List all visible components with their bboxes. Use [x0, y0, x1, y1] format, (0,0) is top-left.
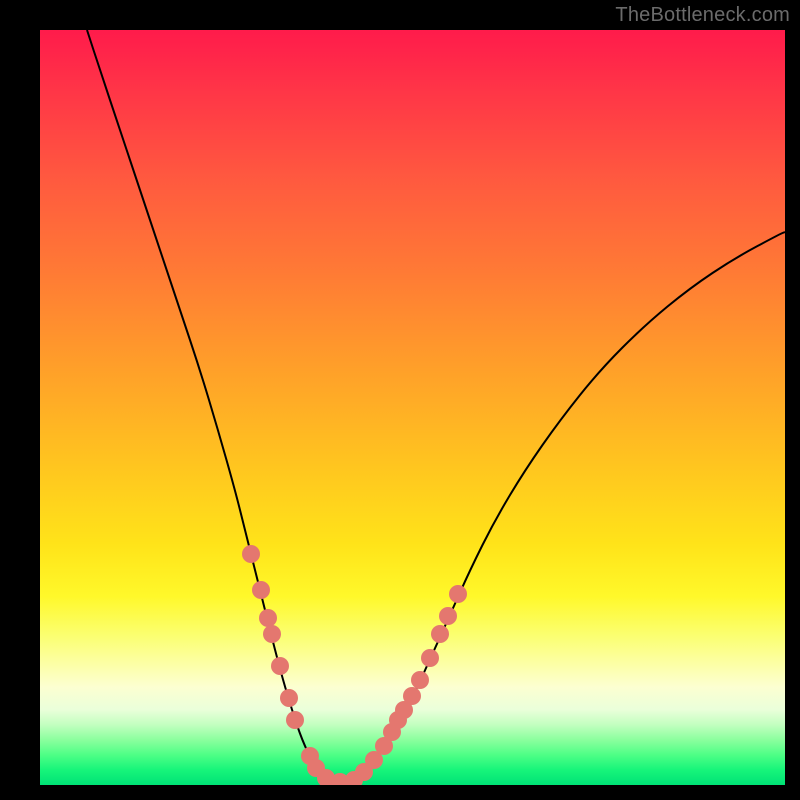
watermark-text: TheBottleneck.com — [615, 4, 790, 27]
marker-group — [242, 545, 467, 785]
marker-dot — [431, 625, 449, 643]
marker-dot — [449, 585, 467, 603]
marker-dot — [280, 689, 298, 707]
marker-dot — [421, 649, 439, 667]
marker-dot — [242, 545, 260, 563]
chart-svg — [40, 30, 785, 785]
marker-dot — [439, 607, 457, 625]
marker-dot — [411, 671, 429, 689]
marker-dot — [252, 581, 270, 599]
marker-dot — [263, 625, 281, 643]
curve-left — [87, 30, 340, 782]
plot-area — [40, 30, 785, 785]
marker-dot — [271, 657, 289, 675]
marker-dot — [403, 687, 421, 705]
marker-dot — [259, 609, 277, 627]
marker-dot — [286, 711, 304, 729]
stage: TheBottleneck.com — [0, 0, 800, 800]
